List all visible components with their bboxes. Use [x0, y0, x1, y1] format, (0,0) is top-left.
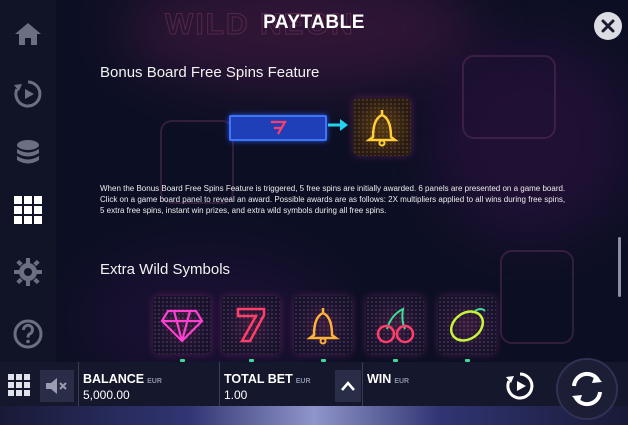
bonus-panel-symbol [229, 115, 327, 141]
sound-toggle-button[interactable] [40, 370, 74, 402]
seven-symbol [222, 296, 280, 354]
mute-icon [46, 378, 67, 394]
spin-button[interactable] [556, 358, 618, 420]
balance-label: BALANCE EUR [83, 372, 162, 386]
diamond-symbol [153, 296, 211, 354]
bottom-bar: BALANCE EUR 5,000.00 TOTAL BET EUR 1.00 WI… [0, 358, 628, 425]
chevron-up-icon [341, 381, 355, 391]
bell-wild-symbol [353, 98, 411, 156]
arrow-right-icon [327, 118, 349, 137]
settings-icon[interactable] [8, 252, 48, 292]
autoplay-button[interactable] [502, 368, 538, 404]
scrollbar[interactable] [618, 237, 621, 297]
bell-symbol [294, 296, 352, 354]
floor-glow [0, 406, 628, 425]
balance-value: 5,000.00 [83, 388, 130, 402]
help-icon[interactable] [8, 314, 48, 354]
coins-icon[interactable] [8, 132, 48, 172]
autoplay-icon [506, 372, 534, 400]
total-bet-label: TOTAL BET EUR [224, 372, 311, 386]
win-label: WIN EUR [367, 372, 410, 386]
win-currency: EUR [394, 378, 410, 385]
close-icon [601, 19, 615, 33]
paytable-grid-icon[interactable] [8, 190, 48, 230]
extra-wild-section-title: Extra Wild Symbols [100, 261, 231, 278]
left-sidebar [0, 0, 56, 362]
seven-icon [271, 120, 287, 135]
bet-currency: EUR [295, 378, 311, 385]
bonus-board-description: When the Bonus Board Free Spins Feature … [100, 184, 566, 215]
total-bet-value: 1.00 [224, 388, 248, 402]
spin-icon [572, 371, 602, 407]
menu-grid-icon [8, 374, 30, 396]
bet-up-button[interactable] [335, 370, 361, 402]
menu-grid-button[interactable] [4, 370, 34, 400]
cherry-symbol [366, 296, 424, 354]
paytable-title: PAYTABLE [263, 12, 365, 33]
lemon-symbol [438, 296, 496, 354]
bonus-board-section-title: Bonus Board Free Spins Feature [100, 64, 320, 81]
balance-currency: EUR [147, 378, 162, 385]
close-button[interactable] [594, 12, 622, 40]
autoplay-icon[interactable] [8, 74, 48, 114]
